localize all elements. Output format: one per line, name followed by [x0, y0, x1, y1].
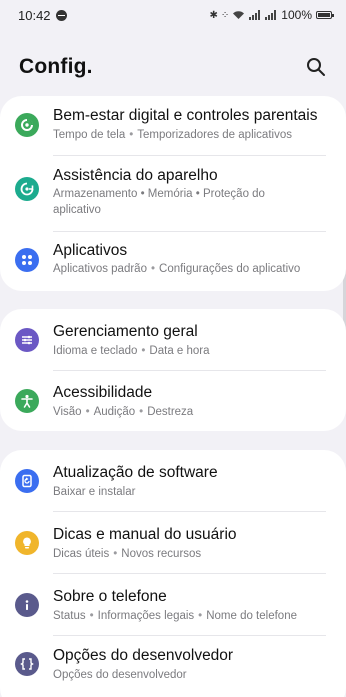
item-subtitle: Aplicativos padrão • Configurações do apli… [53, 263, 301, 275]
item-title: Acessibilidade [53, 384, 153, 401]
subtitle-part: Idioma e teclado [53, 345, 138, 357]
item-subtitle: Visão • Audição • Destreza [53, 406, 194, 418]
item-subtitle: Armazenamento • Memória • Proteção do ap… [53, 188, 265, 216]
subtitle-part: Audição [93, 406, 136, 418]
item-subtitle: Baixar e instalar [53, 486, 136, 498]
battery-icon [316, 11, 334, 19]
item-title: Aplicativos [53, 242, 128, 259]
settings-item-accessibility[interactable]: Acessibilidade Visão • Audição • Destreza [0, 371, 346, 431]
item-title: Opções do desenvolvedor [53, 647, 234, 664]
settings-group-2: Gerenciamento geral Idioma e teclado • Dat… [0, 309, 346, 431]
settings-group-3: Atualização de software Baixar e instala… [0, 450, 346, 697]
settings-item-software-update[interactable]: Atualização de software Baixar e instala… [0, 450, 346, 511]
item-subtitle: Status • Informações legais • Nome do telefo… [53, 610, 297, 622]
item-title: Dicas e manual do usuário [53, 526, 237, 543]
settings-item-tips[interactable]: Dicas e manual do usuário Dicas úteis • No… [0, 512, 346, 573]
settings-item-device-care[interactable]: Assistência do aparelho Armazenamento • … [0, 156, 346, 231]
vibrate-icon: ⁘ [220, 9, 229, 21]
battery-text: 100% [281, 8, 312, 22]
subtitle-part: Data e hora [149, 345, 210, 357]
wifi-icon [233, 11, 245, 19]
header: Config. [0, 50, 346, 84]
device-care-icon [15, 177, 39, 201]
software-update-icon [15, 469, 39, 493]
status-time: 10:42 [18, 7, 51, 23]
status-bar: 10:42 ✱ ⁘ 100% [0, 0, 346, 30]
bluetooth-icon: ✱ [209, 9, 218, 21]
subtitle-part: Nome do telefone [206, 610, 297, 622]
general-management-icon [15, 328, 39, 352]
subtitle-part: Destreza [147, 406, 194, 418]
item-title: Gerenciamento geral [53, 323, 198, 340]
signal-icon [249, 10, 261, 20]
subtitle-part: Aplicativos padrão [53, 263, 147, 275]
settings-group-1: Bem-estar digital e controles parentais … [0, 96, 346, 291]
settings-item-developer-options[interactable]: Opções do desenvolvedor Opções do desenv… [0, 636, 346, 696]
subtitle-part: Dicas úteis [53, 548, 110, 560]
accessibility-icon [15, 389, 39, 413]
item-subtitle: Dicas úteis • Novos recursos [53, 548, 202, 560]
status-left: 10:42 [18, 8, 67, 23]
tips-icon [15, 531, 39, 555]
developer-options-icon [15, 652, 39, 676]
item-title: Bem-estar digital e controles parentais [53, 107, 318, 124]
item-title: Assistência do aparelho [53, 167, 218, 184]
settings-item-digital-wellbeing[interactable]: Bem-estar digital e controles parentais … [0, 96, 346, 156]
subtitle-part: Configurações do aplicativo [159, 263, 301, 275]
settings-item-general-management[interactable]: Gerenciamento geral Idioma e teclado • Dat… [0, 309, 346, 370]
subtitle-part: Status [53, 610, 86, 622]
subtitle-part: Tempo de tela [53, 129, 126, 141]
settings-item-about-phone[interactable]: Sobre o telefone Status • Informações lega… [0, 574, 346, 635]
about-phone-icon [15, 593, 39, 617]
apps-icon [15, 248, 39, 272]
item-title: Atualização de software [53, 464, 218, 481]
subtitle-part: Novos recursos [121, 548, 202, 560]
settings-item-apps[interactable]: Aplicativos Aplicativos padrão • Configura… [0, 232, 346, 291]
search-icon[interactable] [304, 55, 328, 79]
subtitle-part: Informações legais [97, 610, 195, 622]
signal-icon [265, 10, 277, 20]
digital-wellbeing-icon [15, 113, 39, 137]
item-title: Sobre o telefone [53, 588, 167, 605]
do-not-disturb-icon [55, 9, 67, 21]
page-title: Config. [19, 55, 93, 78]
status-right: ✱ ⁘ 100% [209, 8, 334, 22]
item-subtitle: Opções do desenvolvedor [53, 669, 187, 681]
item-subtitle: Idioma e teclado • Data e hora [53, 345, 210, 357]
subtitle-part: Temporizadores de aplicativos [137, 129, 292, 141]
item-subtitle: Tempo de tela • Temporizadores de aplicati… [53, 129, 292, 141]
subtitle-part: Visão [53, 406, 82, 418]
